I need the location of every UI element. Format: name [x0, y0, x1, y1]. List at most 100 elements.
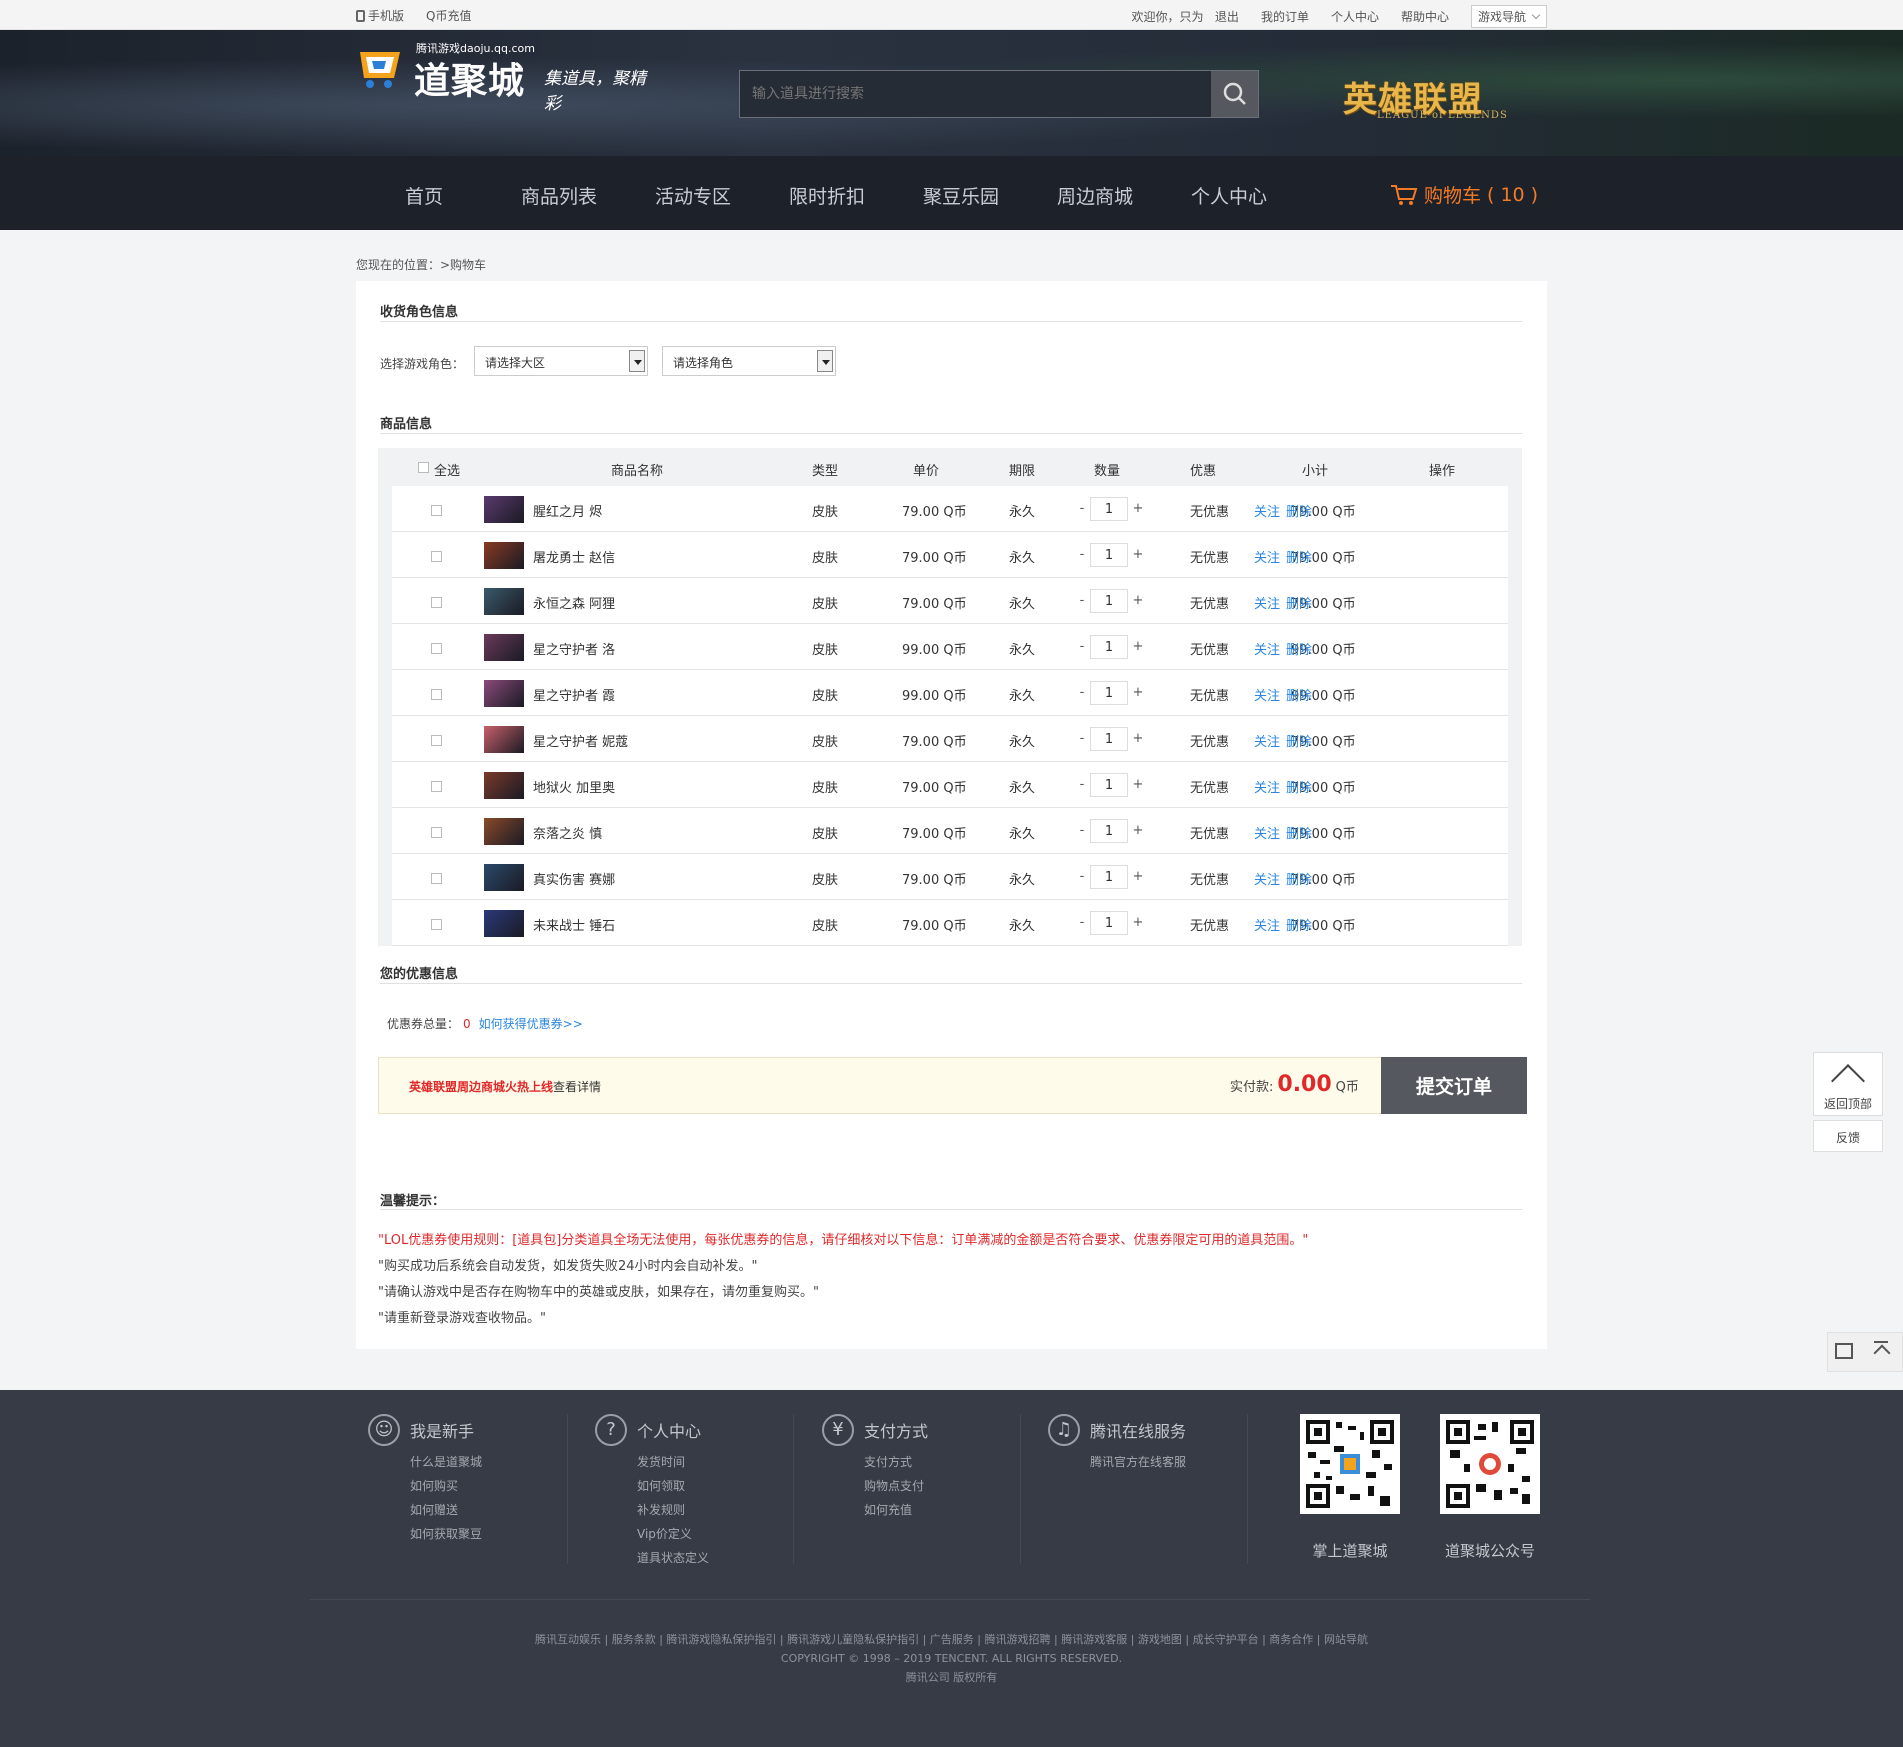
nav-activities[interactable]: 活动专区: [655, 182, 731, 209]
decrease-button[interactable]: -: [1075, 823, 1089, 838]
footer-link[interactable]: 如何充值: [864, 1498, 928, 1522]
decrease-button[interactable]: -: [1075, 777, 1089, 792]
back-to-top-button[interactable]: 返回顶部: [1813, 1052, 1883, 1116]
product-thumbnail[interactable]: [484, 772, 524, 799]
region-select[interactable]: 请选择大区: [474, 346, 648, 376]
product-thumbnail[interactable]: [484, 864, 524, 891]
message-icon[interactable]: [1835, 1343, 1853, 1359]
product-thumbnail[interactable]: [484, 726, 524, 753]
follow-link[interactable]: 关注: [1254, 593, 1280, 612]
quantity-input[interactable]: 1: [1090, 911, 1128, 935]
game-nav-dropdown[interactable]: 游戏导航: [1470, 5, 1547, 28]
footer-link[interactable]: 腾讯官方在线客服: [1090, 1450, 1186, 1474]
footer-link[interactable]: 如何赠送: [410, 1498, 482, 1522]
product-name[interactable]: 腥红之月 烬: [533, 501, 602, 520]
increase-button[interactable]: +: [1131, 777, 1145, 792]
quantity-input[interactable]: 1: [1090, 681, 1128, 705]
nav-merch[interactable]: 周边商城: [1057, 182, 1133, 209]
scroll-top-icon[interactable]: [1872, 1341, 1892, 1361]
product-name[interactable]: 未来战士 锤石: [533, 915, 615, 934]
product-thumbnail[interactable]: [484, 910, 524, 937]
increase-button[interactable]: +: [1131, 869, 1145, 884]
search-input[interactable]: [740, 71, 1212, 117]
coupon-how-link[interactable]: 如何获得优惠券>>: [479, 1017, 583, 1031]
decrease-button[interactable]: -: [1075, 731, 1089, 746]
promo-detail-link[interactable]: 查看详情: [553, 1080, 601, 1094]
product-name[interactable]: 星之守护者 霞: [533, 685, 615, 704]
product-name[interactable]: 永恒之森 阿狸: [533, 593, 615, 612]
row-checkbox[interactable]: [431, 873, 442, 884]
increase-button[interactable]: +: [1131, 823, 1145, 838]
product-name[interactable]: 奈落之炎 慎: [533, 823, 602, 842]
follow-link[interactable]: 关注: [1254, 869, 1280, 888]
footer-link[interactable]: 补发规则: [637, 1498, 709, 1522]
recharge-link[interactable]: Q币充值: [426, 7, 471, 24]
delete-link[interactable]: 删除: [1286, 869, 1312, 888]
site-logo[interactable]: 腾讯游戏daoju.qq.com 道聚城 集道具，聚精彩: [356, 38, 656, 114]
quantity-input[interactable]: 1: [1090, 773, 1128, 797]
decrease-button[interactable]: -: [1075, 639, 1089, 654]
help-center-link[interactable]: 帮助中心: [1401, 8, 1449, 25]
row-checkbox[interactable]: [431, 827, 442, 838]
delete-link[interactable]: 删除: [1286, 639, 1312, 658]
role-select[interactable]: 请选择角色: [662, 346, 836, 376]
quantity-input[interactable]: 1: [1090, 635, 1128, 659]
footer-link[interactable]: Vip价定义: [637, 1522, 709, 1546]
follow-link[interactable]: 关注: [1254, 777, 1280, 796]
row-checkbox[interactable]: [431, 735, 442, 746]
delete-link[interactable]: 删除: [1286, 777, 1312, 796]
decrease-button[interactable]: -: [1075, 685, 1089, 700]
product-thumbnail[interactable]: [484, 818, 524, 845]
footer-link[interactable]: 如何领取: [637, 1474, 709, 1498]
delete-link[interactable]: 删除: [1286, 501, 1312, 520]
footer-link[interactable]: 如何获取聚豆: [410, 1522, 482, 1546]
footer-link[interactable]: 如何购买: [410, 1474, 482, 1498]
footer-link[interactable]: 支付方式: [864, 1450, 928, 1474]
quantity-input[interactable]: 1: [1090, 589, 1128, 613]
select-all-checkbox[interactable]: [418, 462, 429, 473]
product-name[interactable]: 真实伤害 赛娜: [533, 869, 615, 888]
footer-link[interactable]: 什么是道聚城: [410, 1450, 482, 1474]
nav-jufun[interactable]: 聚豆乐园: [923, 182, 999, 209]
row-checkbox[interactable]: [431, 781, 442, 792]
delete-link[interactable]: 删除: [1286, 685, 1312, 704]
product-thumbnail[interactable]: [484, 542, 524, 569]
increase-button[interactable]: +: [1131, 685, 1145, 700]
decrease-button[interactable]: -: [1075, 501, 1089, 516]
increase-button[interactable]: +: [1131, 915, 1145, 930]
row-checkbox[interactable]: [431, 689, 442, 700]
decrease-button[interactable]: -: [1075, 593, 1089, 608]
personal-center-link[interactable]: 个人中心: [1331, 8, 1379, 25]
follow-link[interactable]: 关注: [1254, 685, 1280, 704]
footer-link[interactable]: 道具状态定义: [637, 1546, 709, 1570]
follow-link[interactable]: 关注: [1254, 639, 1280, 658]
follow-link[interactable]: 关注: [1254, 915, 1280, 934]
follow-link[interactable]: 关注: [1254, 501, 1280, 520]
quantity-input[interactable]: 1: [1090, 543, 1128, 567]
footer-link[interactable]: 发货时间: [637, 1450, 709, 1474]
footer-link[interactable]: 购物点支付: [864, 1474, 928, 1498]
delete-link[interactable]: 删除: [1286, 915, 1312, 934]
follow-link[interactable]: 关注: [1254, 823, 1280, 842]
lol-game-logo[interactable]: 英雄联盟 LEAGUE of LEGENDS: [1343, 72, 1511, 126]
follow-link[interactable]: 关注: [1254, 731, 1280, 750]
nav-flash-sale[interactable]: 限时折扣: [789, 182, 865, 209]
cart-button[interactable]: 购物车 ( 10 ): [1390, 181, 1538, 208]
row-checkbox[interactable]: [431, 919, 442, 930]
product-name[interactable]: 屠龙勇士 赵信: [533, 547, 615, 566]
quantity-input[interactable]: 1: [1090, 865, 1128, 889]
product-name[interactable]: 星之守护者 洛: [533, 639, 615, 658]
nav-product-list[interactable]: 商品列表: [521, 182, 597, 209]
quantity-input[interactable]: 1: [1090, 819, 1128, 843]
nav-home[interactable]: 首页: [405, 182, 443, 209]
row-checkbox[interactable]: [431, 597, 442, 608]
mobile-link[interactable]: 手机版: [356, 7, 404, 24]
decrease-button[interactable]: -: [1075, 547, 1089, 562]
product-thumbnail[interactable]: [484, 588, 524, 615]
my-orders-link[interactable]: 我的订单: [1261, 8, 1309, 25]
follow-link[interactable]: 关注: [1254, 547, 1280, 566]
quantity-input[interactable]: 1: [1090, 727, 1128, 751]
logout-link[interactable]: 退出: [1215, 10, 1239, 24]
feedback-button[interactable]: 反馈: [1813, 1120, 1883, 1152]
increase-button[interactable]: +: [1131, 639, 1145, 654]
